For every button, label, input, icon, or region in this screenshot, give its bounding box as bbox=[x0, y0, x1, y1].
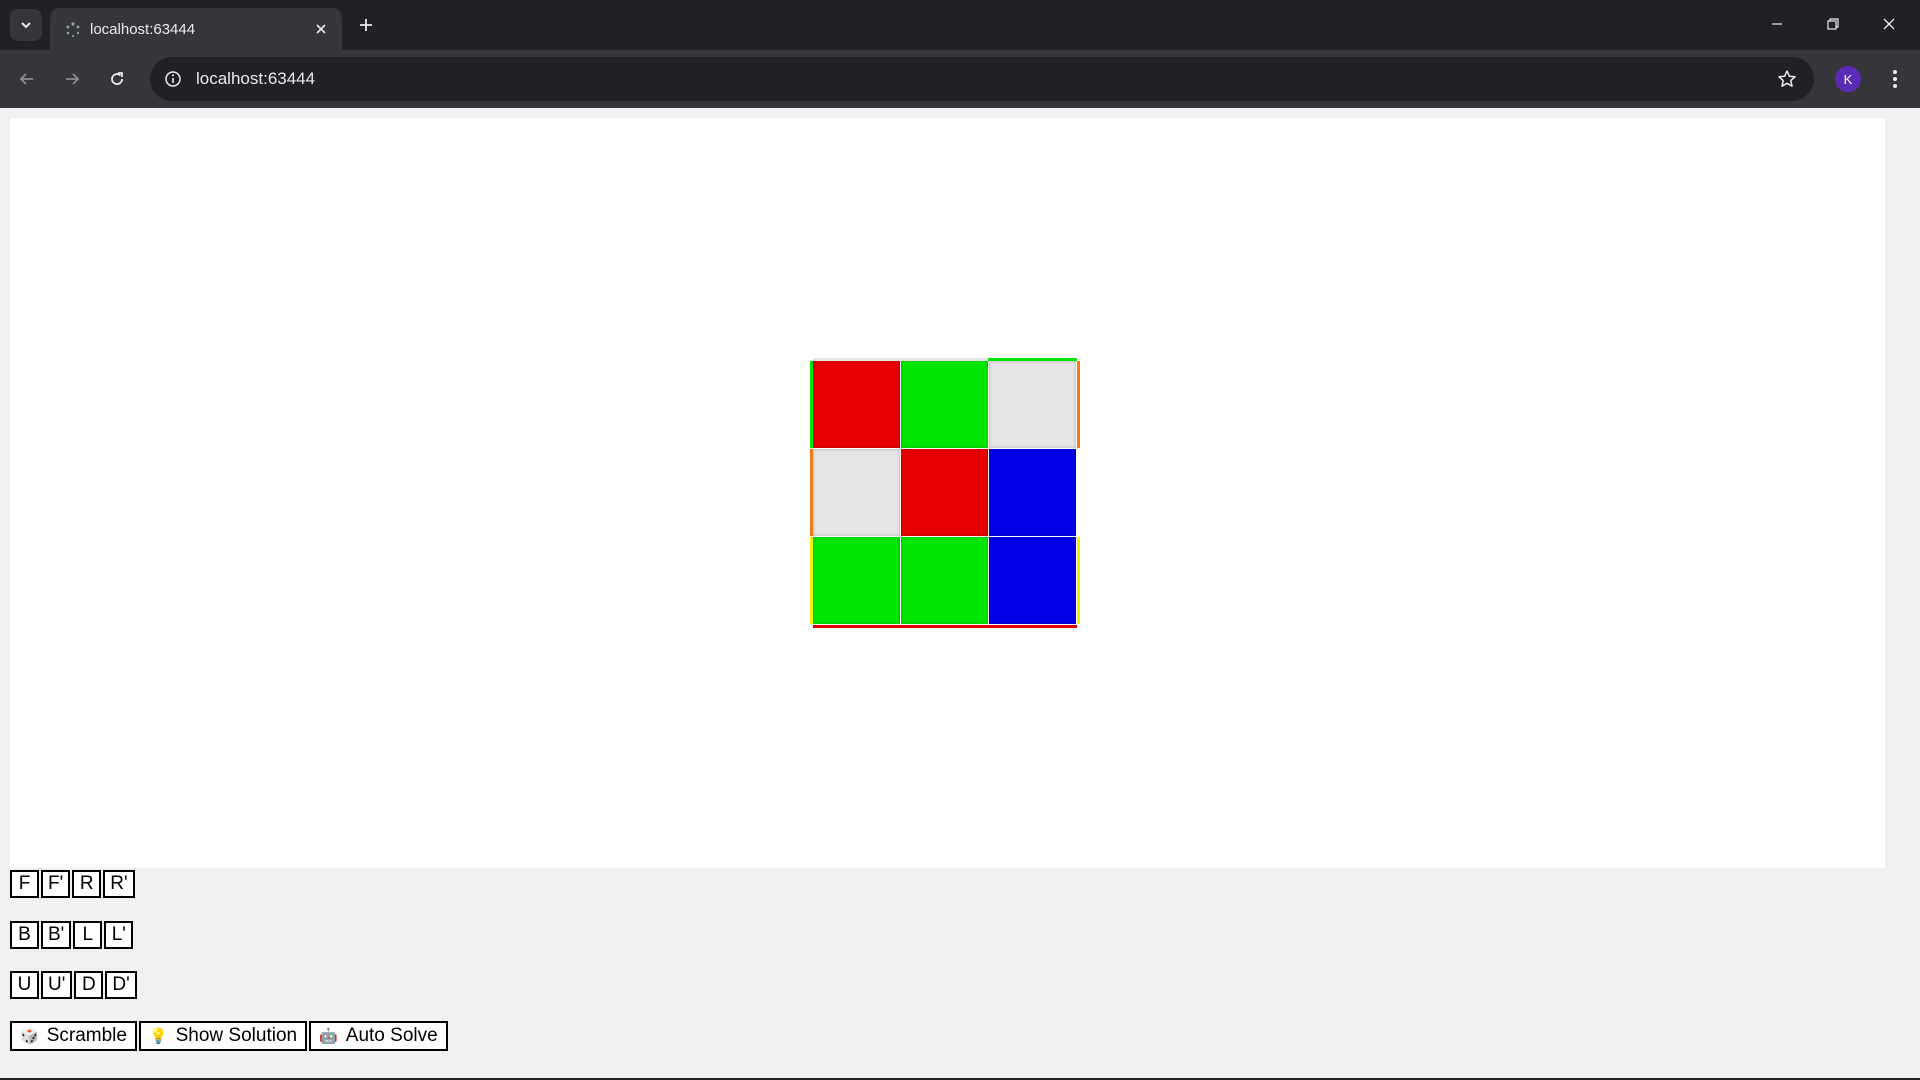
move-button-b[interactable]: B bbox=[10, 921, 39, 949]
move-button-row-2: B B' L L' bbox=[10, 921, 134, 949]
cube-edge-left-orange bbox=[810, 449, 813, 536]
cube-front-face bbox=[810, 358, 1084, 632]
show-solution-label: Show Solution bbox=[175, 1025, 298, 1046]
move-button-u-prime[interactable]: U' bbox=[41, 971, 73, 999]
cube-canvas[interactable] bbox=[10, 118, 1885, 868]
star-icon bbox=[1778, 70, 1796, 87]
forward-button[interactable] bbox=[57, 64, 87, 94]
address-bar[interactable]: localhost:63444 bbox=[150, 57, 1814, 101]
move-button-l-prime[interactable]: L' bbox=[104, 921, 134, 949]
cube-edge-left-yellow bbox=[810, 537, 813, 624]
tab-close-button[interactable] bbox=[310, 18, 332, 40]
auto-solve-button[interactable]: 🤖 Auto Solve bbox=[309, 1021, 448, 1051]
dice-icon: 🎲 bbox=[20, 1027, 39, 1045]
move-button-l[interactable]: L bbox=[73, 921, 103, 949]
move-button-d-prime[interactable]: D' bbox=[105, 971, 137, 999]
auto-solve-label: Auto Solve bbox=[345, 1025, 438, 1046]
cube-edge-top-white bbox=[813, 358, 988, 361]
cube-sticker-red bbox=[813, 361, 900, 448]
restore-icon bbox=[1827, 18, 1839, 30]
show-solution-button[interactable]: 💡 Show Solution bbox=[138, 1021, 308, 1051]
robot-icon: 🤖 bbox=[319, 1027, 338, 1045]
back-button[interactable] bbox=[12, 64, 42, 94]
plus-icon bbox=[360, 19, 372, 31]
tab-search-button[interactable] bbox=[10, 9, 42, 41]
cube-edge-right-orange bbox=[1077, 361, 1080, 448]
cube-edge-left-green bbox=[810, 361, 813, 448]
scramble-label: Scramble bbox=[46, 1025, 127, 1046]
move-button-b-prime[interactable]: B' bbox=[41, 921, 72, 949]
reload-button[interactable] bbox=[102, 64, 132, 94]
move-button-u[interactable]: U bbox=[10, 971, 39, 999]
cube-sticker-red bbox=[901, 449, 988, 536]
browser-toolbar: localhost:63444 K bbox=[0, 50, 1920, 108]
browser-menu-button[interactable] bbox=[1880, 64, 1910, 94]
lightbulb-icon: 💡 bbox=[148, 1027, 168, 1045]
minimize-button[interactable] bbox=[1750, 0, 1804, 48]
move-button-d[interactable]: D bbox=[74, 971, 104, 999]
cube-sticker-blue bbox=[989, 537, 1076, 624]
cube-sticker-green bbox=[901, 361, 988, 448]
close-window-button[interactable] bbox=[1862, 0, 1916, 48]
url-text: localhost:63444 bbox=[196, 69, 316, 88]
arrow-right-icon bbox=[66, 73, 80, 85]
move-button-row-1: F F' R R' bbox=[10, 870, 135, 898]
cube-edge-top-green bbox=[988, 358, 1077, 361]
cube-edge-right-yellow bbox=[1077, 537, 1080, 624]
browser-tab-active[interactable]: localhost:63444 bbox=[50, 8, 342, 50]
move-button-r-prime[interactable]: R' bbox=[103, 870, 135, 898]
restore-button[interactable] bbox=[1806, 0, 1860, 48]
chevron-down-icon bbox=[21, 22, 31, 29]
info-icon bbox=[165, 71, 181, 87]
move-button-f[interactable]: F bbox=[10, 870, 39, 898]
browser-tab-bar: localhost:63444 bbox=[0, 0, 1920, 50]
site-info-button[interactable] bbox=[160, 66, 186, 92]
minimize-icon bbox=[1772, 23, 1782, 25]
close-icon bbox=[316, 24, 326, 34]
move-button-row-3: U U' D D' bbox=[10, 971, 137, 999]
action-button-row: 🎲 Scramble 💡 Show Solution 🤖 Auto Solve bbox=[10, 1021, 448, 1051]
cube-sticker-blue bbox=[989, 449, 1076, 536]
tab-title: localhost:63444 bbox=[90, 21, 196, 38]
cube-sticker-green bbox=[901, 537, 988, 624]
cube-sticker-white bbox=[989, 361, 1076, 448]
more-vertical-icon bbox=[1893, 70, 1897, 88]
arrow-left-icon bbox=[19, 73, 33, 85]
bookmark-button[interactable] bbox=[1774, 66, 1800, 92]
cube-sticker-green bbox=[813, 537, 900, 624]
cube-edge-bottom-red bbox=[813, 625, 1077, 628]
move-button-f-prime[interactable]: F' bbox=[41, 870, 71, 898]
close-icon bbox=[1883, 18, 1895, 30]
page-content: F F' R R' B B' L L' U U' D D' 🎲 Scramble 💡 Show S… bbox=[0, 108, 1920, 1078]
move-button-r[interactable]: R bbox=[72, 870, 102, 898]
reload-icon bbox=[111, 72, 123, 85]
cube-sticker-white bbox=[813, 449, 900, 536]
new-tab-button[interactable] bbox=[352, 11, 380, 39]
loading-favicon-icon bbox=[66, 22, 80, 38]
profile-avatar[interactable]: K bbox=[1835, 66, 1861, 92]
scramble-button[interactable]: 🎲 Scramble bbox=[10, 1021, 137, 1051]
